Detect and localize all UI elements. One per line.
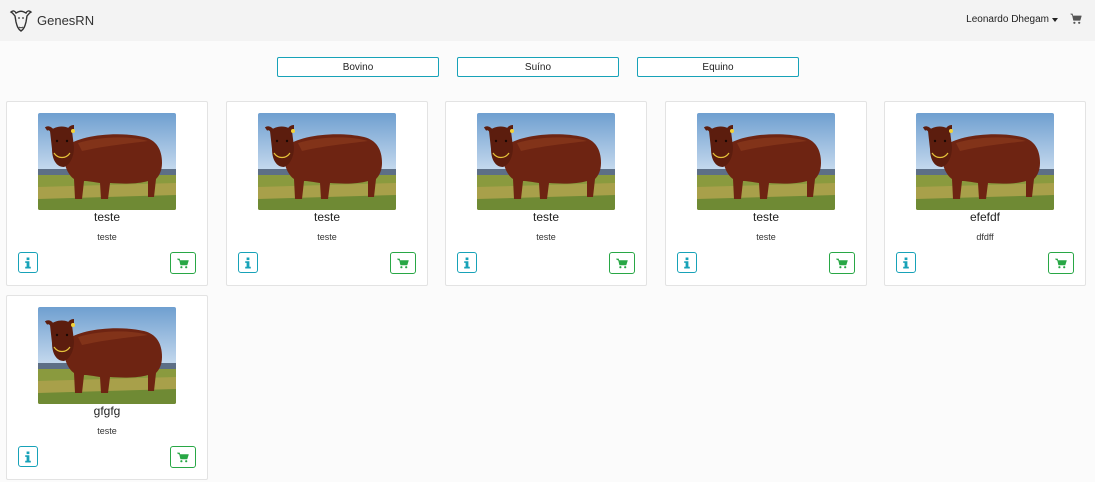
product-title: efefdf	[969, 210, 1001, 224]
product-title: teste	[313, 210, 340, 224]
info-button[interactable]	[18, 446, 38, 467]
caret-down-icon	[1052, 17, 1058, 22]
add-to-cart-button[interactable]	[829, 252, 855, 274]
brand-name: GenesRN	[37, 12, 95, 28]
product-title: teste	[752, 210, 779, 224]
product-image	[477, 113, 615, 210]
info-icon	[903, 257, 909, 268]
brand-link[interactable]: GenesRN	[9, 7, 94, 33]
species-button-suino[interactable]: Suíno	[457, 57, 619, 77]
bull-photo	[697, 113, 835, 210]
bull-photo	[38, 307, 176, 404]
product-card: efefdf dfdff	[884, 101, 1086, 286]
shopping-cart-icon[interactable]	[1070, 13, 1082, 25]
species-button-bovino[interactable]: Bovino	[277, 57, 439, 77]
product-image	[697, 113, 835, 210]
product-card: teste teste	[226, 101, 428, 286]
product-description: teste	[536, 232, 556, 242]
bull-photo	[258, 113, 396, 210]
cart-icon	[1055, 258, 1067, 268]
info-button[interactable]	[677, 252, 697, 273]
bull-photo	[477, 113, 615, 210]
product-image	[916, 113, 1054, 210]
cart-icon	[177, 452, 189, 462]
bull-photo	[38, 113, 176, 210]
cart-icon	[397, 258, 409, 268]
product-card: teste teste	[665, 101, 867, 286]
info-icon	[25, 257, 31, 268]
info-button[interactable]	[896, 252, 916, 273]
product-card: gfgfg teste	[6, 295, 208, 480]
product-title: teste	[532, 210, 559, 224]
product-description: teste	[97, 426, 117, 436]
info-button[interactable]	[238, 252, 258, 273]
info-icon	[245, 257, 251, 268]
product-description: teste	[97, 232, 117, 242]
product-image	[38, 113, 176, 210]
product-description: dfdff	[976, 232, 994, 242]
product-title: gfgfg	[93, 404, 121, 418]
cart-icon	[616, 258, 628, 268]
product-image	[258, 113, 396, 210]
navbar: GenesRN Leonardo Dhegam	[0, 0, 1095, 41]
user-name: Leonardo Dhegam	[966, 14, 1049, 25]
product-description: teste	[756, 232, 776, 242]
info-button[interactable]	[18, 252, 38, 273]
cart-icon	[836, 258, 848, 268]
info-button[interactable]	[457, 252, 477, 273]
cart-icon	[177, 258, 189, 268]
bull-head-logo	[9, 10, 33, 32]
info-icon	[25, 451, 31, 462]
product-card: teste teste	[6, 101, 208, 286]
species-button-equino[interactable]: Equino	[637, 57, 799, 77]
add-to-cart-button[interactable]	[390, 252, 416, 274]
info-icon	[464, 257, 470, 268]
info-icon	[684, 257, 690, 268]
add-to-cart-button[interactable]	[170, 446, 196, 468]
add-to-cart-button[interactable]	[609, 252, 635, 274]
bull-photo	[916, 113, 1054, 210]
product-title: teste	[93, 210, 120, 224]
product-card: teste teste	[445, 101, 647, 286]
product-description: teste	[317, 232, 337, 242]
add-to-cart-button[interactable]	[1048, 252, 1074, 274]
product-image	[38, 307, 176, 404]
add-to-cart-button[interactable]	[170, 252, 196, 274]
user-menu-dropdown[interactable]: Leonardo Dhegam	[966, 14, 1058, 25]
